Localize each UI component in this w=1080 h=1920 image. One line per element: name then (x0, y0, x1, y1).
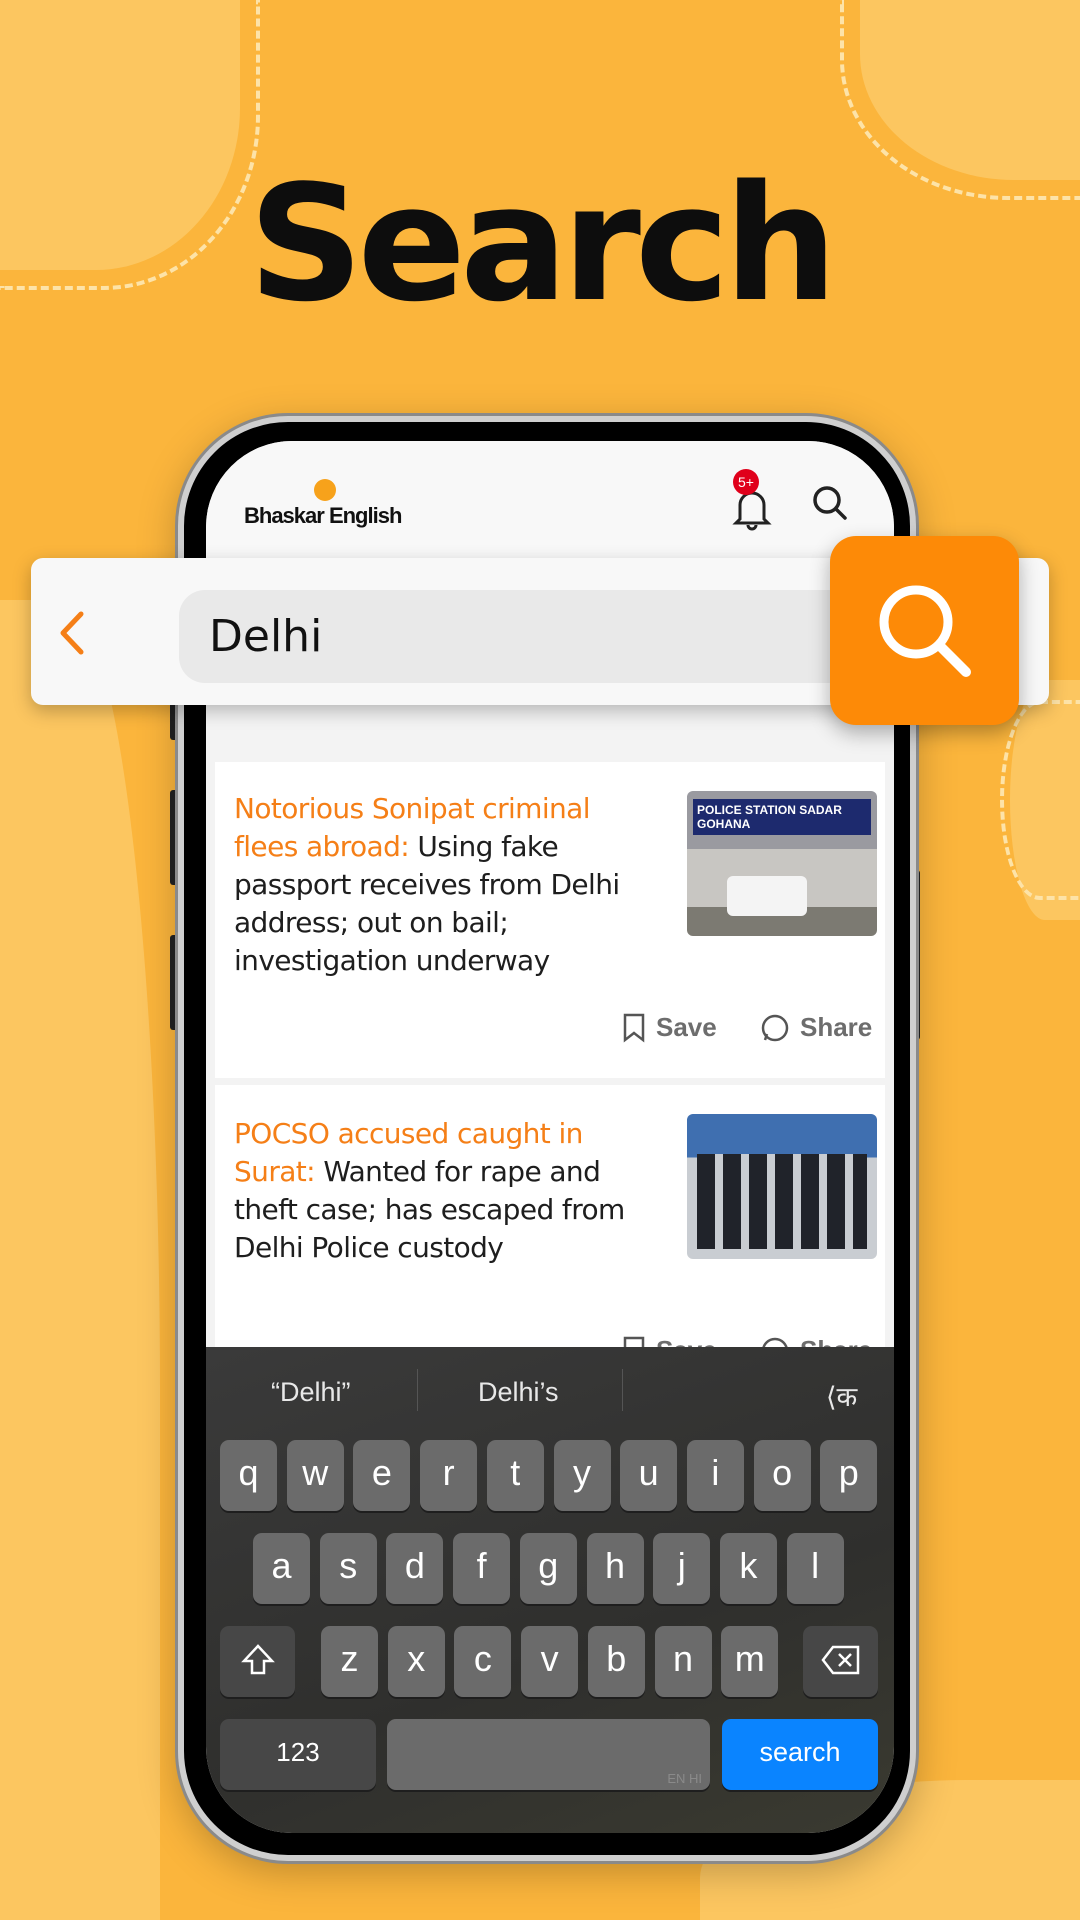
key-j[interactable]: j (653, 1533, 711, 1604)
delete-key[interactable] (803, 1626, 878, 1697)
key-n[interactable]: n (654, 1626, 712, 1697)
key-s[interactable]: s (319, 1533, 377, 1604)
numbers-key[interactable]: 123 (220, 1719, 376, 1790)
background-dashes (1000, 700, 1080, 900)
space-key[interactable]: EN HI (387, 1719, 710, 1790)
search-icon[interactable] (810, 483, 850, 523)
key-e[interactable]: e (353, 1440, 411, 1511)
article-thumbnail: POLICE STATION SADAR GOHANA (687, 791, 877, 936)
backspace-icon (820, 1645, 859, 1675)
key-d[interactable]: d (386, 1533, 444, 1604)
phone-volume-down (170, 935, 178, 1030)
shift-icon (240, 1644, 275, 1675)
key-o[interactable]: o (753, 1440, 811, 1511)
promo-title: Search (248, 150, 837, 337)
thumbnail-vehicle (727, 876, 807, 916)
key-g[interactable]: g (519, 1533, 577, 1604)
share-label: Share (800, 1012, 873, 1042)
key-q[interactable]: q (220, 1440, 277, 1511)
language-switch[interactable]: ⟨क (826, 1377, 857, 1414)
search-button[interactable] (830, 536, 1019, 725)
app-logo: Bhaskar English (244, 503, 402, 528)
key-z[interactable]: z (321, 1626, 378, 1697)
share-button[interactable]: Share (760, 1012, 872, 1043)
key-v[interactable]: v (521, 1626, 579, 1697)
background-blob (0, 600, 160, 1920)
article-headline[interactable]: Notorious Sonipat criminal flees abroad:… (234, 790, 634, 980)
phone-volume-up (170, 790, 178, 885)
suggestion-divider (622, 1369, 623, 1411)
key-k[interactable]: k (719, 1533, 777, 1604)
key-u[interactable]: u (620, 1440, 678, 1511)
space-language-hint: EN HI (667, 1771, 702, 1786)
search-input[interactable] (179, 590, 899, 683)
key-h[interactable]: h (586, 1533, 644, 1604)
article-card[interactable]: Notorious Sonipat criminal flees abroad:… (215, 762, 885, 1078)
save-button[interactable]: Save (622, 1012, 717, 1043)
search-key[interactable]: search (722, 1719, 878, 1790)
shift-key[interactable] (220, 1626, 295, 1697)
whatsapp-icon (761, 1014, 789, 1041)
notification-badge: 5+ (733, 469, 759, 495)
keyboard: “Delhi” Delhi’s ⟨क qwertyuiop asdfghjkl zx… (206, 1347, 894, 1833)
key-w[interactable]: w (286, 1440, 344, 1511)
suggestion-2[interactable]: Delhi’s (478, 1377, 559, 1408)
thumbnail-sign-text: POLICE STATION SADAR GOHANA (693, 799, 871, 835)
key-p[interactable]: p (820, 1440, 878, 1511)
phone-mute-switch (170, 700, 178, 740)
key-i[interactable]: i (686, 1440, 744, 1511)
search-icon (879, 585, 971, 677)
key-f[interactable]: f (453, 1533, 511, 1604)
key-y[interactable]: y (553, 1440, 611, 1511)
key-l[interactable]: l (786, 1533, 844, 1604)
key-t[interactable]: t (486, 1440, 544, 1511)
article-thumbnail (687, 1114, 877, 1259)
bookmark-icon (623, 1013, 645, 1043)
logo-sun (314, 479, 336, 501)
article-headline[interactable]: POCSO accused caught in Surat: Wanted fo… (234, 1115, 634, 1267)
key-r[interactable]: r (420, 1440, 478, 1511)
key-x[interactable]: x (387, 1626, 445, 1697)
chevron-left-icon[interactable] (53, 610, 93, 656)
save-label: Save (656, 1012, 717, 1042)
suggestion-divider (417, 1369, 418, 1411)
article-card[interactable]: POCSO accused caught in Surat: Wanted fo… (215, 1085, 885, 1366)
key-m[interactable]: m (721, 1626, 779, 1697)
thumbnail-people (697, 1154, 867, 1249)
key-c[interactable]: c (454, 1626, 512, 1697)
key-a[interactable]: a (253, 1533, 310, 1604)
key-b[interactable]: b (587, 1626, 645, 1697)
suggestion-1[interactable]: “Delhi” (271, 1377, 351, 1408)
